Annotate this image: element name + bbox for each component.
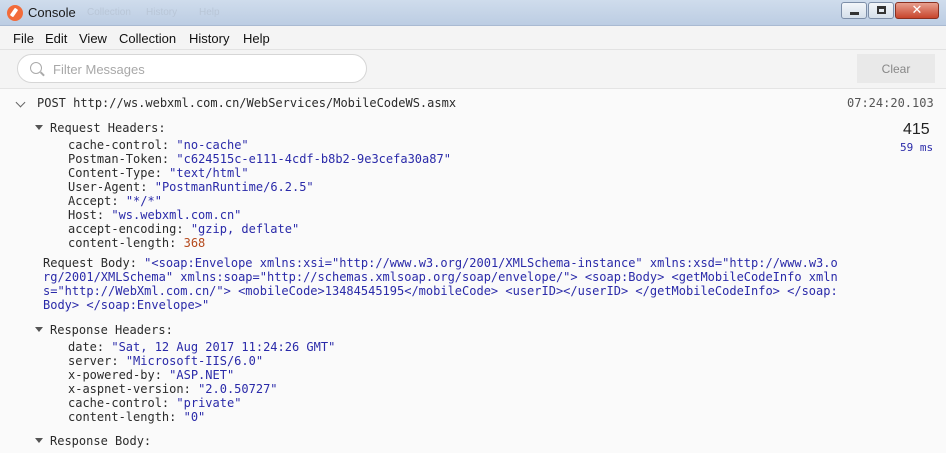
request-timestamp: 07:24:20.103 xyxy=(847,96,934,110)
header-row: Accept: "*/*" xyxy=(68,194,162,208)
request-body: Request Body: "<soap:Envelope xmlns:xsi=… xyxy=(43,256,838,312)
header-row: content-length: "0" xyxy=(68,410,206,424)
request-summary[interactable]: POST http://ws.webxml.com.cn/WebServices… xyxy=(37,96,456,110)
header-row: x-aspnet-version: "2.0.50727" xyxy=(68,382,278,396)
request-headers-toggle[interactable]: Request Headers: xyxy=(35,121,166,135)
maximize-icon xyxy=(877,6,886,14)
title-bar: Console Collection History Help ✕ xyxy=(0,0,946,26)
maximize-button[interactable] xyxy=(868,2,894,19)
ghost-menu-help: Help xyxy=(199,7,220,18)
menu-edit[interactable]: Edit xyxy=(45,31,67,46)
header-row: Postman-Token: "c624515c-e111-4cdf-b8b2-… xyxy=(68,152,451,166)
close-button[interactable]: ✕ xyxy=(895,2,939,19)
request-method: POST xyxy=(37,96,66,110)
header-row: date: "Sat, 12 Aug 2017 11:24:26 GMT" xyxy=(68,340,336,354)
caret-down-icon xyxy=(35,327,43,332)
request-url: http://ws.webxml.com.cn/WebServices/Mobi… xyxy=(73,96,457,110)
menu-help[interactable]: Help xyxy=(243,31,270,46)
header-row: User-Agent: "PostmanRuntime/6.2.5" xyxy=(68,180,314,194)
console-log[interactable]: POST http://ws.webxml.com.cn/WebServices… xyxy=(0,89,946,453)
header-row: cache-control: "no-cache" xyxy=(68,138,249,152)
caret-down-icon xyxy=(35,438,43,443)
search-icon xyxy=(30,62,42,74)
response-time: 59 ms xyxy=(900,141,934,154)
response-body-toggle[interactable]: Response Body: xyxy=(35,434,151,448)
menu-view[interactable]: View xyxy=(79,31,107,46)
postman-logo-icon xyxy=(7,5,23,21)
header-row: accept-encoding: "gzip, deflate" xyxy=(68,222,300,236)
ghost-menu-collection: Collection xyxy=(87,7,131,18)
header-row: Content-Type: "text/html" xyxy=(68,166,249,180)
header-row: content-length: 368 xyxy=(68,236,206,250)
filter-input[interactable] xyxy=(53,60,353,78)
menu-bar: File Edit View Collection History Help xyxy=(0,26,946,50)
header-row: Host: "ws.webxml.com.cn" xyxy=(68,208,242,222)
clear-button[interactable]: Clear xyxy=(857,54,935,83)
close-icon: ✕ xyxy=(911,2,923,17)
menu-file[interactable]: File xyxy=(13,31,34,46)
header-row: x-powered-by: "ASP.NET" xyxy=(68,368,235,382)
caret-down-icon xyxy=(35,125,43,130)
response-headers-toggle[interactable]: Response Headers: xyxy=(35,323,173,337)
window-title: Console xyxy=(28,5,76,20)
minimize-button[interactable] xyxy=(841,2,867,19)
menu-collection[interactable]: Collection xyxy=(119,31,176,46)
chevron-down-icon[interactable] xyxy=(15,97,26,108)
header-row: server: "Microsoft-IIS/6.0" xyxy=(68,354,264,368)
menu-history[interactable]: History xyxy=(189,31,229,46)
filter-box[interactable] xyxy=(17,54,367,83)
minimize-icon xyxy=(850,12,859,15)
header-row: cache-control: "private" xyxy=(68,396,242,410)
request-body-value: "<soap:Envelope xmlns:xsi="http://www.w3… xyxy=(43,256,838,312)
filter-bar: Clear xyxy=(0,50,946,89)
ghost-menu-history: History xyxy=(146,7,178,18)
status-code: 415 xyxy=(903,121,930,138)
